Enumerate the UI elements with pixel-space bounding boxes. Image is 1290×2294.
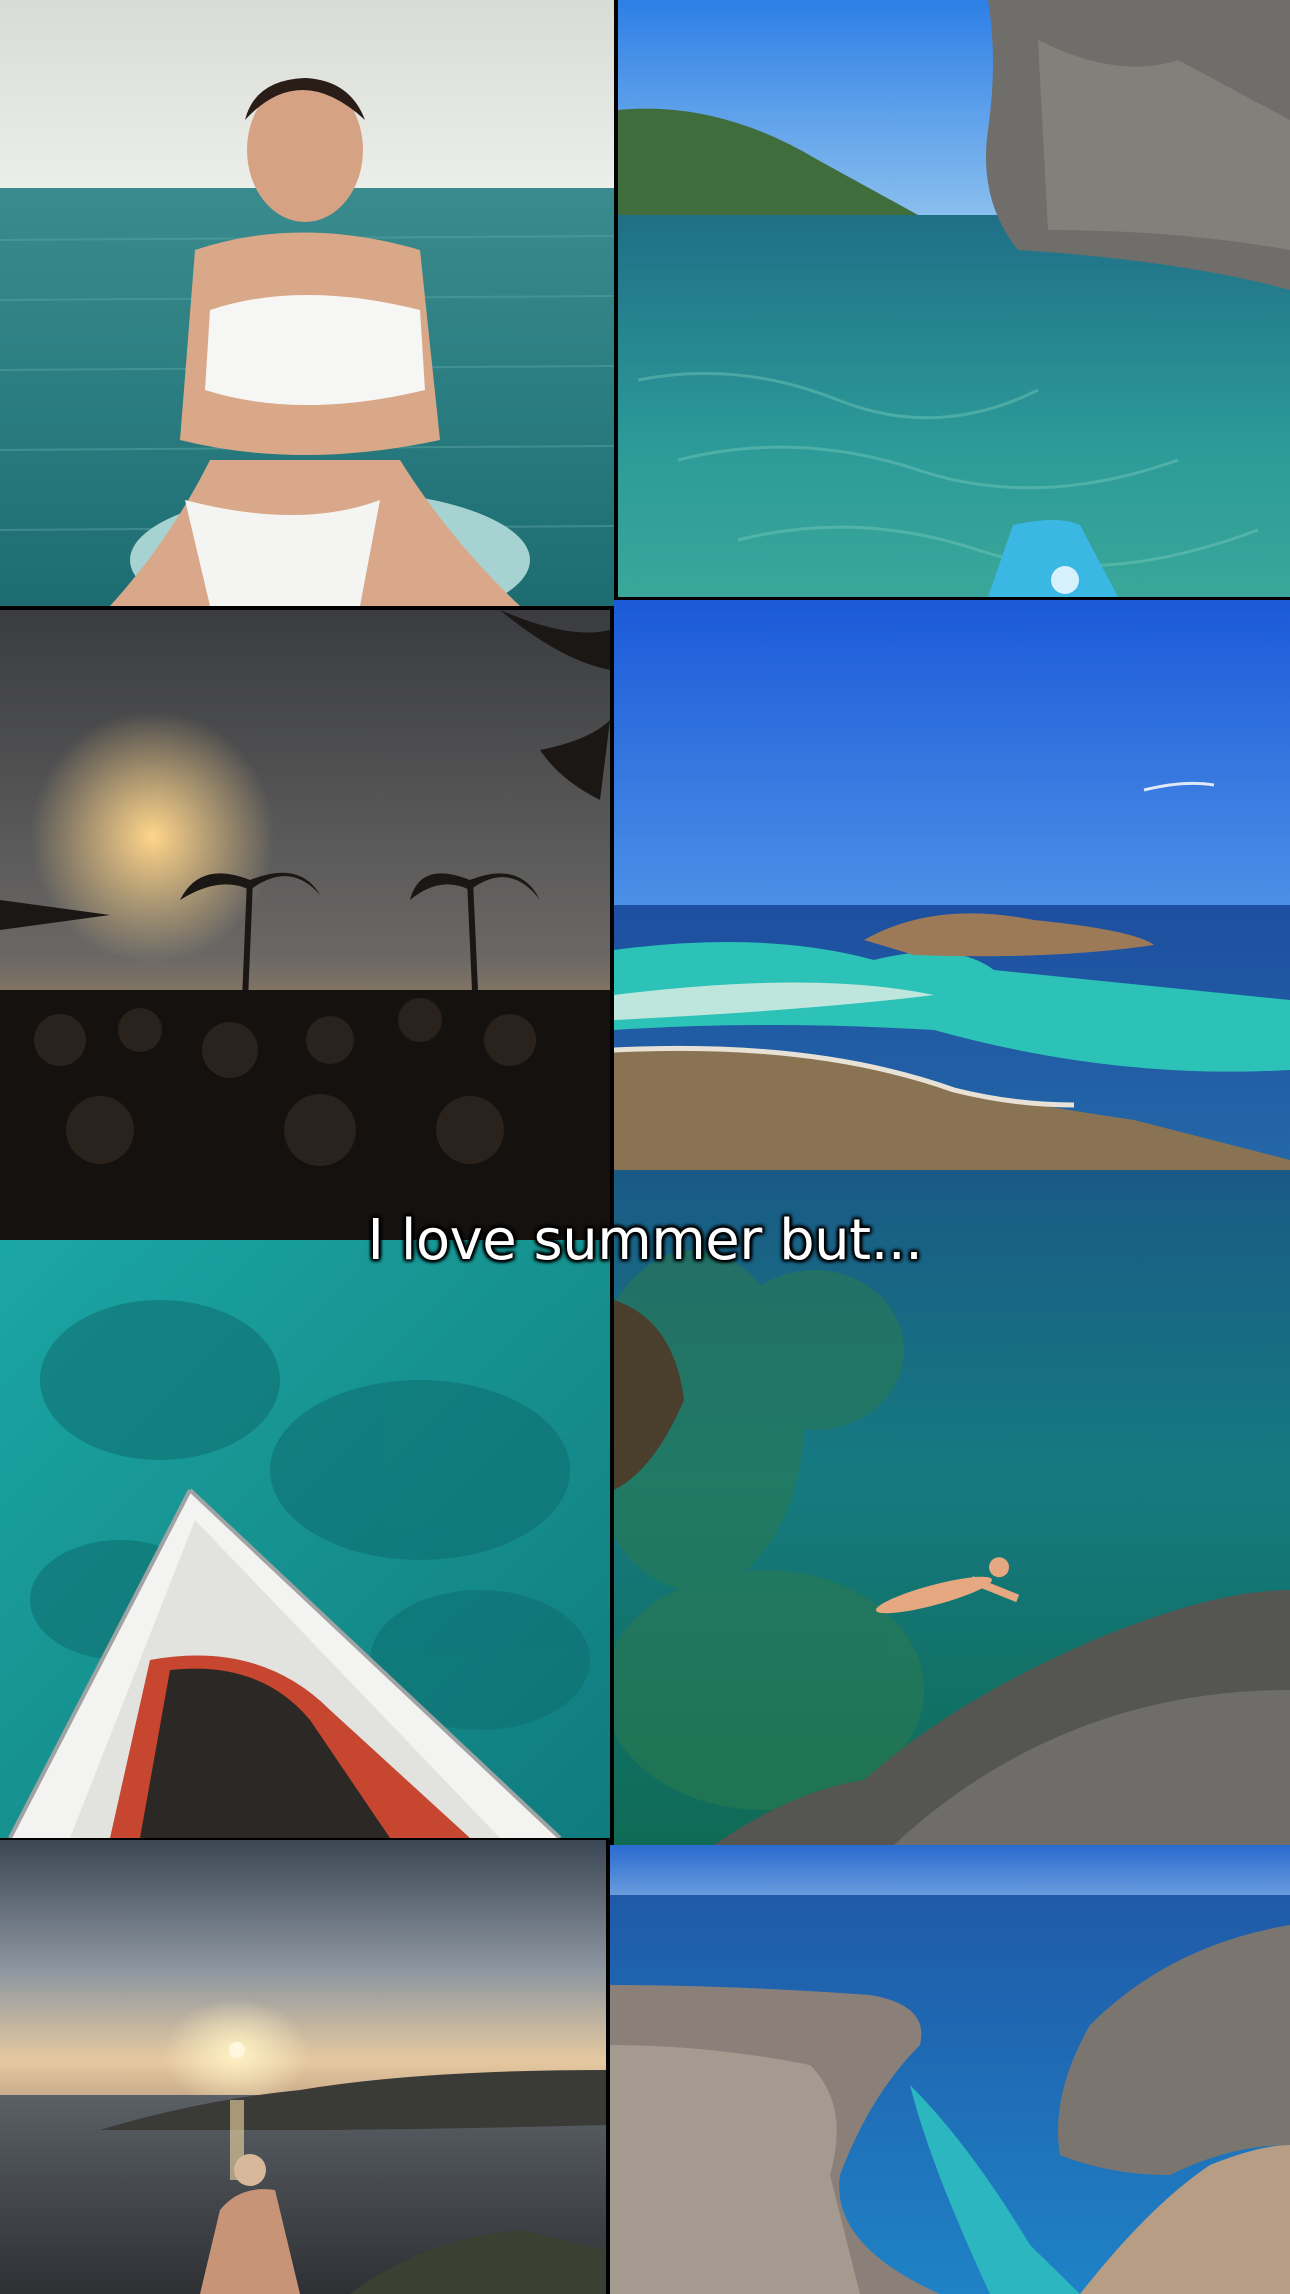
boat-bow-turquoise-water-photo bbox=[0, 1240, 610, 1838]
woman-on-paddleboard-photo bbox=[0, 0, 614, 606]
lagoon-bay-aerial-photo bbox=[614, 600, 1290, 1170]
canyon-cove-beach-photo bbox=[610, 1845, 1290, 2294]
kayak-clear-water-cliff-photo bbox=[618, 0, 1290, 597]
sunset-sea-woman-photo bbox=[0, 1840, 606, 2294]
caption-text: I love summer but... bbox=[367, 1208, 923, 1273]
sunset-palm-party-photo bbox=[0, 610, 610, 1240]
